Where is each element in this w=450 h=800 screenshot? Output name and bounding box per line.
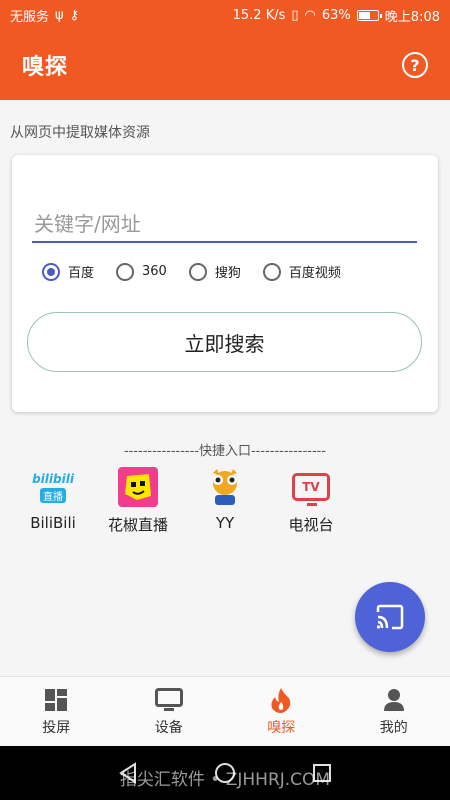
radio-label: 百度 [68,266,95,281]
quick-item-yy[interactable]: YY [180,467,270,532]
carrier-text: 无服务 [10,9,50,25]
nav-label: 嗅探 [267,719,296,736]
search-now-button[interactable]: 立即搜索 [27,312,422,372]
radio-label: 搜狗 [214,266,241,281]
quick-entry-title: ----------------快捷入口---------------- [123,444,327,459]
nav-item-mine[interactable]: 我的 [338,677,450,746]
tv-icon-text: TV [302,480,320,494]
system-nav-bar [0,746,450,800]
quick-item-label: 电视台 [288,516,334,534]
huajiao-icon [118,467,158,507]
quick-item-label: BiliBili [30,514,76,532]
radio-baidu[interactable]: 百度 [42,262,94,281]
quick-item-label: 花椒直播 [107,516,168,534]
wifi-icon: ◠ [304,7,316,23]
search-card: 百度 360 搜狗 百度视频 立即搜索 [12,155,438,412]
battery-icon [356,9,382,21]
quick-item-tv[interactable]: TV 电视台 [266,467,356,535]
flame-icon [270,687,292,713]
monitor-icon [154,687,183,713]
cast-fab-button[interactable] [355,582,425,652]
radio-circle [116,262,135,281]
nav-item-cast[interactable]: 投屏 [0,677,113,746]
back-icon[interactable] [117,762,139,784]
radio-label: 百度视频 [288,266,341,281]
network-speed: 15.2 K/s [232,7,286,23]
help-circle-icon[interactable]: ? [402,52,428,78]
radio-circle [188,262,207,281]
home-icon[interactable] [214,762,236,784]
usb-icon: ψ [55,7,64,23]
recents-icon[interactable] [311,762,333,784]
radio-360[interactable]: 360 [116,262,167,281]
key-icon: ⚷ [69,7,80,23]
yy-icon [205,467,245,507]
bilibili-icon: bilibili 直播 [32,467,74,507]
nav-label: 投屏 [42,719,71,736]
bilibili-icon-text: bilibili [32,471,74,486]
cast-icon [376,604,404,630]
nav-item-devices[interactable]: 设备 [113,677,226,746]
nav-item-sniff[interactable]: 嗅探 [225,677,338,746]
grid-icon [44,687,68,713]
person-icon [383,687,405,713]
radio-circle [262,262,281,281]
search-engine-group: 百度 360 搜狗 百度视频 [42,262,363,281]
nav-label: 我的 [379,719,408,736]
vibrate-icon: ▯ [291,7,299,23]
page-title: 嗅探 [22,55,69,80]
clock: 晚上8:08 [384,9,440,25]
battery-percent: 63% [321,7,351,23]
radio-sogou[interactable]: 搜狗 [188,262,241,281]
quick-item-bilibili[interactable]: bilibili 直播 BiliBili [8,467,98,533]
search-input[interactable] [32,207,417,243]
bilibili-icon-sub: 直播 [40,487,66,503]
quick-item-label: YY [215,514,235,532]
page-subtitle: 从网页中提取媒体资源 [10,125,150,141]
status-bar: 无服务 ψ ⚷ 15.2 K/s ▯ ◠ 63% 晚上8:08 [0,0,450,30]
radio-baidu-video[interactable]: 百度视频 [262,262,341,281]
nav-label: 设备 [154,719,183,736]
quick-item-huajiao[interactable]: 花椒直播 [93,467,183,535]
app-bar: 嗅探 ? [0,30,450,100]
radio-circle [42,262,60,281]
radio-label: 360 [142,264,167,279]
bottom-nav: 投屏 设备 嗅探 我的 [0,676,450,746]
tv-icon: TV [291,467,331,507]
